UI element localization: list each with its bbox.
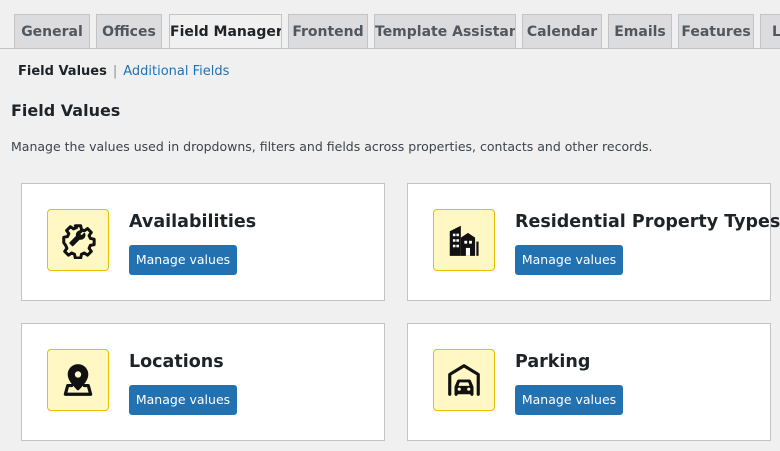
card-availabilities: Availabilities Manage values [21,183,385,301]
tab-frontend[interactable]: Frontend [288,14,368,48]
card-title: Availabilities [129,212,257,232]
subnav-separator: | [112,64,118,79]
manage-values-button[interactable]: Manage values [129,245,237,275]
buildings-icon [433,209,495,271]
page-description: Manage the values used in dropdowns, fil… [11,139,653,154]
subnav-field-values: Field Values [18,64,107,79]
settings-tab-bar: General Offices Field Manager Frontend T… [0,0,780,49]
tab-features[interactable]: Features [678,14,754,48]
card-title: Locations [129,352,224,372]
subnav-additional-fields-link[interactable]: Additional Fields [123,64,229,79]
tab-template-assistant[interactable]: Template Assistant [374,14,516,48]
tab-field-manager[interactable]: Field Manager [169,14,282,48]
page-title: Field Values [11,101,121,120]
tab-emails[interactable]: Emails [608,14,672,48]
card-title: Parking [515,352,591,372]
map-pin-icon [47,349,109,411]
garage-car-icon [433,349,495,411]
tab-general[interactable]: General [14,14,90,48]
tab-calendar[interactable]: Calendar [522,14,602,48]
card-residential-property-types: Residential Property Types Manage values [407,183,780,301]
tab-li[interactable]: Li [760,14,780,48]
manage-values-button[interactable]: Manage values [515,385,623,415]
card-title: Residential Property Types [515,212,780,232]
manage-values-button[interactable]: Manage values [515,245,623,275]
manage-values-button[interactable]: Manage values [129,385,237,415]
gear-wrench-icon [47,209,109,271]
card-locations: Locations Manage values [21,323,385,441]
tab-offices[interactable]: Offices [96,14,162,48]
subsection-nav: Field Values | Additional Fields [18,63,229,81]
card-parking: Parking Manage values [407,323,771,441]
